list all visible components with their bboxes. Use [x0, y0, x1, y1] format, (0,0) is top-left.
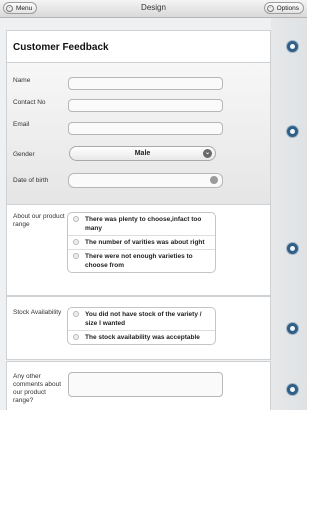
option-text: The number of varities was about right [85, 239, 205, 246]
chevron-right-icon[interactable] [287, 323, 298, 334]
option-text: The stock availability was acceptable [85, 334, 200, 341]
name-label: Name [13, 77, 31, 84]
options-button[interactable]: ◦ Options [263, 2, 304, 14]
form-canvas: Customer Feedback Name Contact No Email … [0, 18, 307, 410]
radio-icon [73, 253, 79, 259]
option-text: There was plenty to choose,infact too ma… [85, 216, 202, 232]
top-toolbar: ◦ Menu Design ◦ Options [0, 0, 307, 18]
chevron-right-icon[interactable] [287, 41, 298, 52]
product-range-options: There was plenty to choose,infact too ma… [67, 212, 216, 273]
right-rail [271, 18, 307, 410]
product-range-label: About our product range [13, 213, 65, 228]
dob-label: Date of birth [13, 177, 49, 184]
comments-label: Any other comments about our product ran… [13, 373, 62, 404]
form-header-card: Customer Feedback [6, 30, 271, 63]
product-range-option[interactable]: There was plenty to choose,infact too ma… [68, 213, 215, 236]
options-icon: ◦ [266, 4, 274, 12]
product-range-option[interactable]: There were not enough varieties to choos… [68, 250, 215, 272]
radio-icon [73, 216, 79, 222]
gender-value: Male [134, 150, 151, 157]
stock-availability-label: Stock Availability [13, 309, 62, 316]
contact-label: Contact No [13, 99, 46, 106]
gender-label: Gender [13, 151, 35, 158]
dob-field[interactable] [68, 173, 223, 188]
product-range-option[interactable]: The number of varities was about right [68, 236, 215, 250]
comments-card: Any other comments about our product ran… [6, 361, 271, 410]
options-button-label: Options [276, 4, 299, 12]
chevron-right-icon[interactable] [287, 243, 298, 254]
chevron-right-icon[interactable] [287, 126, 298, 137]
calendar-icon[interactable] [210, 176, 218, 184]
contact-field[interactable] [68, 99, 223, 112]
gender-select[interactable]: Male ⌄ [69, 146, 216, 161]
stock-option[interactable]: You did not have stock of the variety / … [68, 308, 215, 331]
email-field[interactable] [68, 122, 223, 135]
form-title: Customer Feedback [13, 42, 109, 53]
chevron-down-icon: ⌄ [203, 149, 212, 158]
radio-icon [73, 311, 79, 317]
window-title: Design [141, 3, 166, 12]
option-text: There were not enough varieties to choos… [85, 253, 193, 269]
stock-option[interactable]: The stock availability was acceptable [68, 331, 215, 344]
comments-field[interactable] [68, 372, 223, 397]
chevron-right-icon[interactable] [287, 384, 298, 395]
stock-options: You did not have stock of the variety / … [67, 307, 216, 345]
email-label: Email [13, 121, 30, 128]
option-text: You did not have stock of the variety / … [85, 311, 202, 327]
radio-icon [73, 239, 79, 245]
personal-info-card: Name Contact No Email Gender Male ⌄ Date… [6, 62, 271, 222]
radio-icon [73, 334, 79, 340]
name-field[interactable] [68, 77, 223, 90]
